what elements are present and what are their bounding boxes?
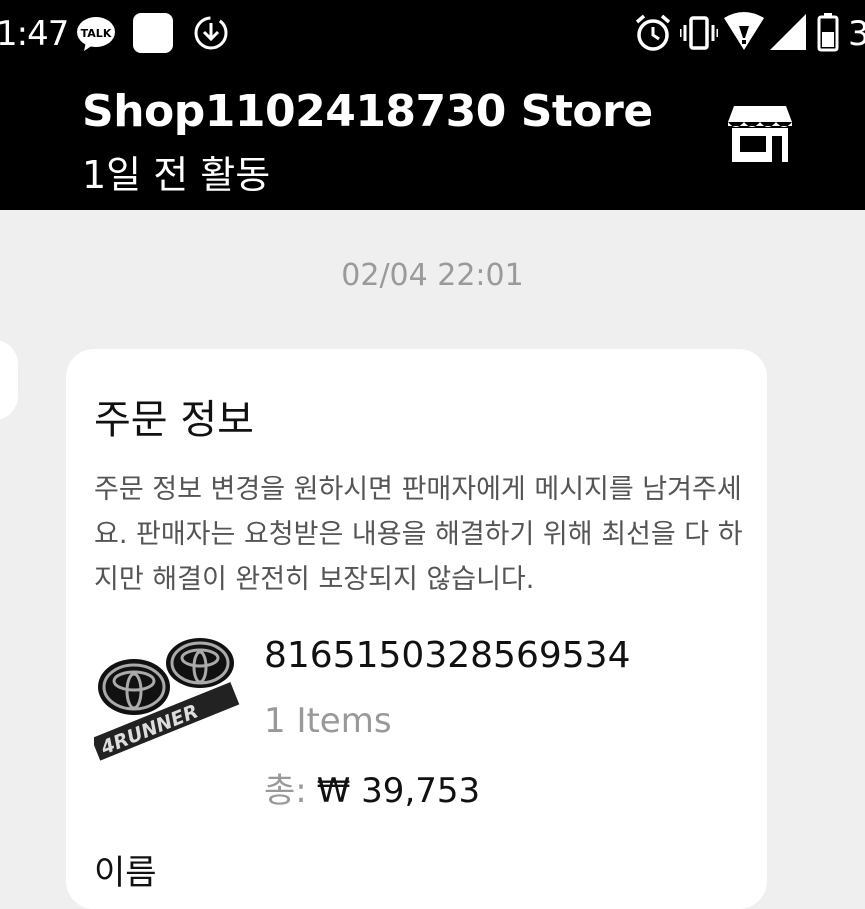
status-time: 1:47 xyxy=(0,14,69,54)
items-count: 1 Items xyxy=(264,701,392,741)
signal-icon xyxy=(770,14,806,50)
svg-text:TALK: TALK xyxy=(81,27,112,40)
product-image[interactable]: 4RUNNER xyxy=(94,637,244,767)
order-info-card[interactable]: 주문 정보 주문 정보 변경을 원하시면 판매자에게 메시지를 남겨주세요. 판… xyxy=(66,349,767,909)
order-number[interactable]: 8165150328569534 xyxy=(264,635,630,676)
store-title[interactable]: Shop1102418730 Store xyxy=(82,86,653,137)
card-title: 주문 정보 xyxy=(94,397,254,443)
alarm-icon xyxy=(635,14,671,51)
battery-percent: 3 xyxy=(848,14,865,54)
total-label: 총: xyxy=(264,771,307,811)
battery-icon xyxy=(817,13,839,52)
total-value: ₩ 39,753 xyxy=(316,771,481,811)
message-timestamp: 02/04 22:01 xyxy=(341,258,524,293)
status-bar: 1:47 TALK 3 xyxy=(0,0,865,68)
download-icon xyxy=(194,16,228,50)
name-label: 이름 xyxy=(94,853,157,893)
seller-avatar[interactable] xyxy=(0,340,18,420)
vibrate-icon xyxy=(680,16,718,50)
app-header: Shop1102418730 Store 1일 전 활동 xyxy=(0,68,865,210)
order-total: 총: ₩ 39,753 xyxy=(264,763,480,812)
store-activity-status: 1일 전 활동 xyxy=(82,153,271,197)
kakaotalk-icon: TALK xyxy=(77,17,115,51)
order-change-notice: 주문 정보 변경을 원하시면 판매자에게 메시지를 남겨주세요. 판매자는 요청… xyxy=(94,474,743,595)
wifi-icon xyxy=(724,12,764,50)
notification-square-icon xyxy=(133,13,173,53)
store-icon[interactable] xyxy=(726,104,794,164)
